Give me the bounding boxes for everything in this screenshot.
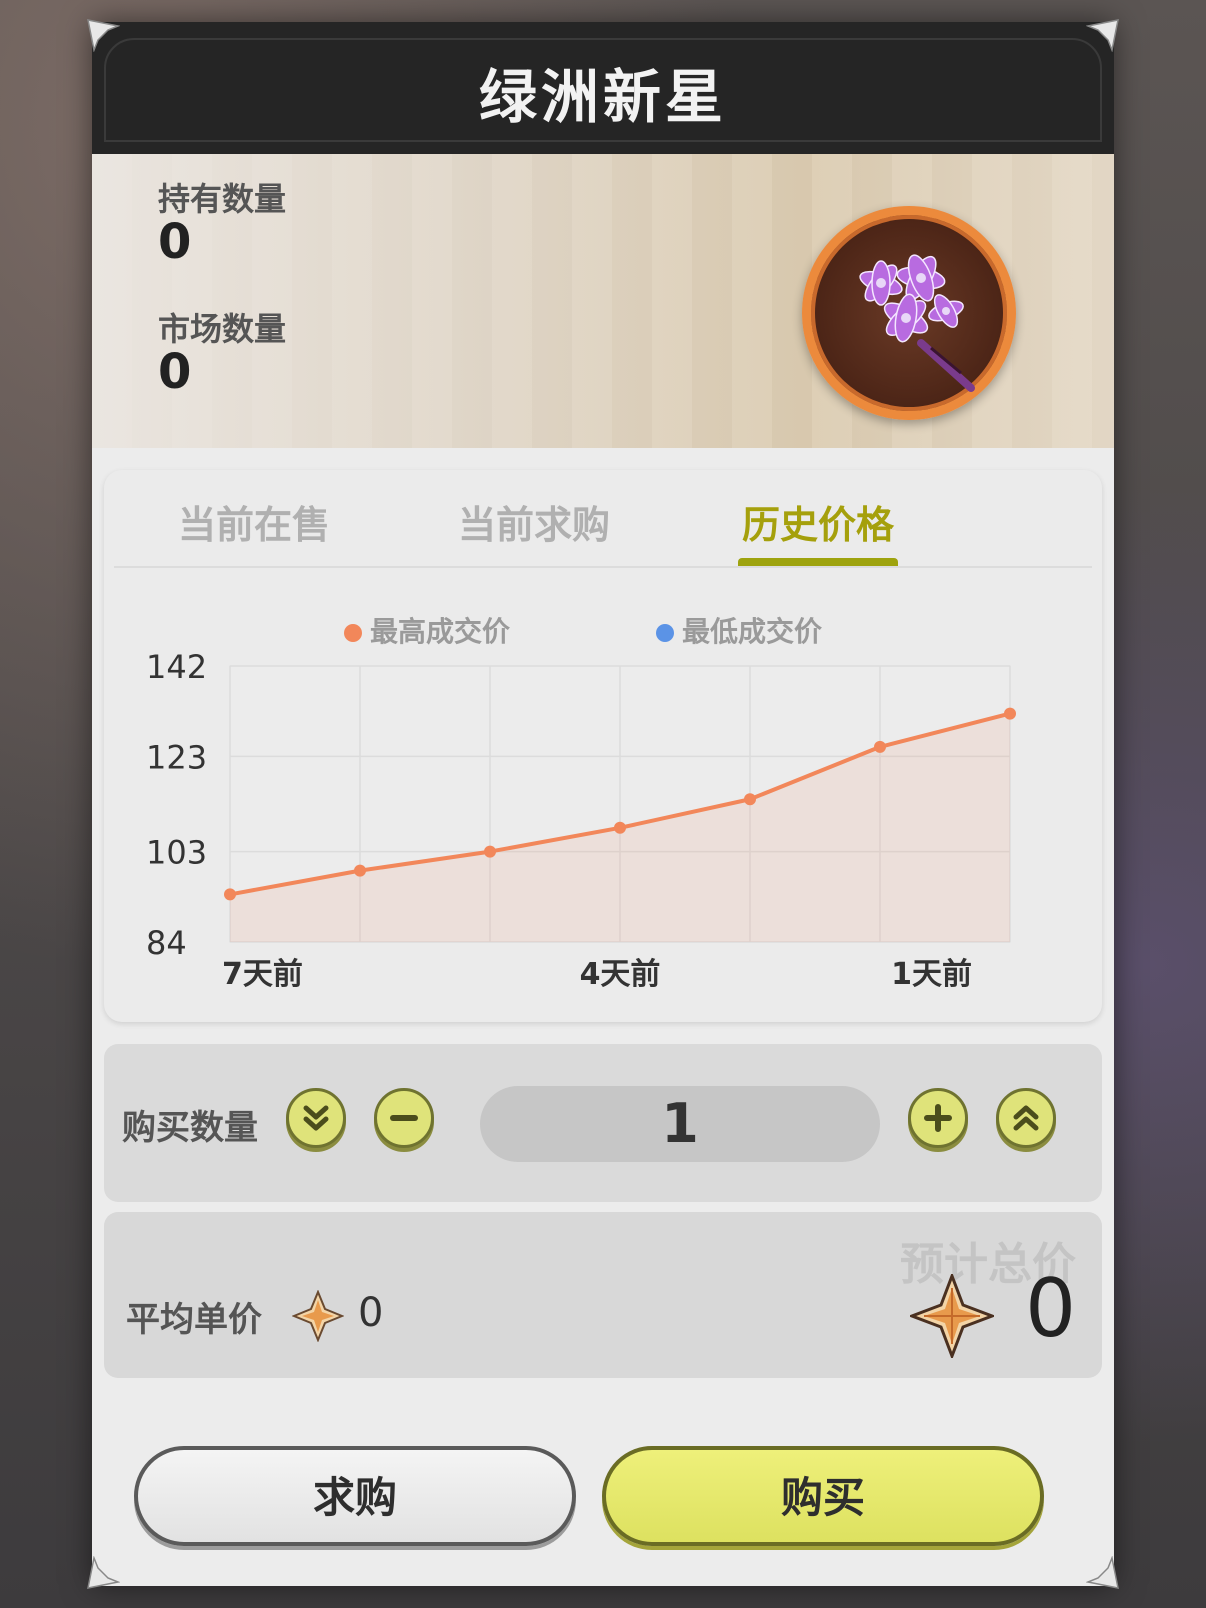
buy-button[interactable]: 购买 [602,1446,1044,1546]
data-point [224,888,236,901]
data-point [744,793,756,806]
x-tick-label: 1天前 [891,957,972,992]
request-buy-label: 求购 [312,1473,397,1522]
item-trade-dialog: 绿洲新星 持有数量 0 市场数量 0 当前在售 当前求购 历史价格 最高成交价 … [92,22,1114,1586]
average-price-value: 0 [358,1290,384,1336]
history-chart-card: 当前在售 当前求购 历史价格 最高成交价 最低成交价 142 123 103 84 7天… [104,470,1102,1022]
corner-ornament-top-right [1085,18,1120,53]
price-line-chart: 142 123 103 84 7天前 4天前 1天前 [146,648,1016,992]
dialog-title: 绿洲新星 [478,63,727,131]
dialog-header: 绿洲新星 [92,22,1114,154]
y-tick-label: 103 [146,834,207,872]
double-chevron-up-icon [1013,1105,1039,1131]
data-point [354,864,366,877]
quantity-section: 购买数量 1 [104,1044,1102,1202]
minus-icon [390,1115,418,1121]
held-quantity-value: 0 [158,214,192,270]
total-price-value: 0 [1025,1262,1076,1355]
buy-label: 购买 [780,1473,865,1522]
decrease-max-button[interactable] [286,1088,346,1148]
increase-max-button[interactable] [996,1088,1056,1148]
double-chevron-down-icon [303,1105,329,1131]
request-buy-button[interactable]: 求购 [134,1446,576,1546]
x-tick-label: 4天前 [580,957,661,992]
quantity-input[interactable]: 1 [480,1086,880,1162]
purple-flower-icon [859,254,975,392]
data-point [874,740,886,753]
increase-button[interactable] [908,1088,968,1148]
crystal-star-icon [910,1274,994,1358]
data-point [484,845,496,858]
y-tick-label: 84 [146,924,187,962]
crystal-star-icon [292,1290,344,1342]
x-tick-label: 7天前 [222,957,303,992]
price-section: 平均单价 0 预计总价 0 [104,1212,1102,1378]
corner-ornament-bottom-left [86,1555,121,1590]
corner-ornament-top-left [86,18,121,53]
y-tick-label: 123 [146,738,207,776]
item-summary: 持有数量 0 市场数量 0 [92,154,1114,448]
average-price-label: 平均单价 [126,1300,262,1340]
item-icon-frame [802,206,1016,420]
data-point [614,821,626,834]
data-point [1004,707,1016,720]
corner-ornament-bottom-right [1085,1555,1120,1590]
market-quantity-value: 0 [158,344,192,400]
plus-icon [924,1104,952,1132]
quantity-label: 购买数量 [122,1108,258,1148]
decrease-button[interactable] [374,1088,434,1148]
y-tick-label: 142 [146,648,207,686]
